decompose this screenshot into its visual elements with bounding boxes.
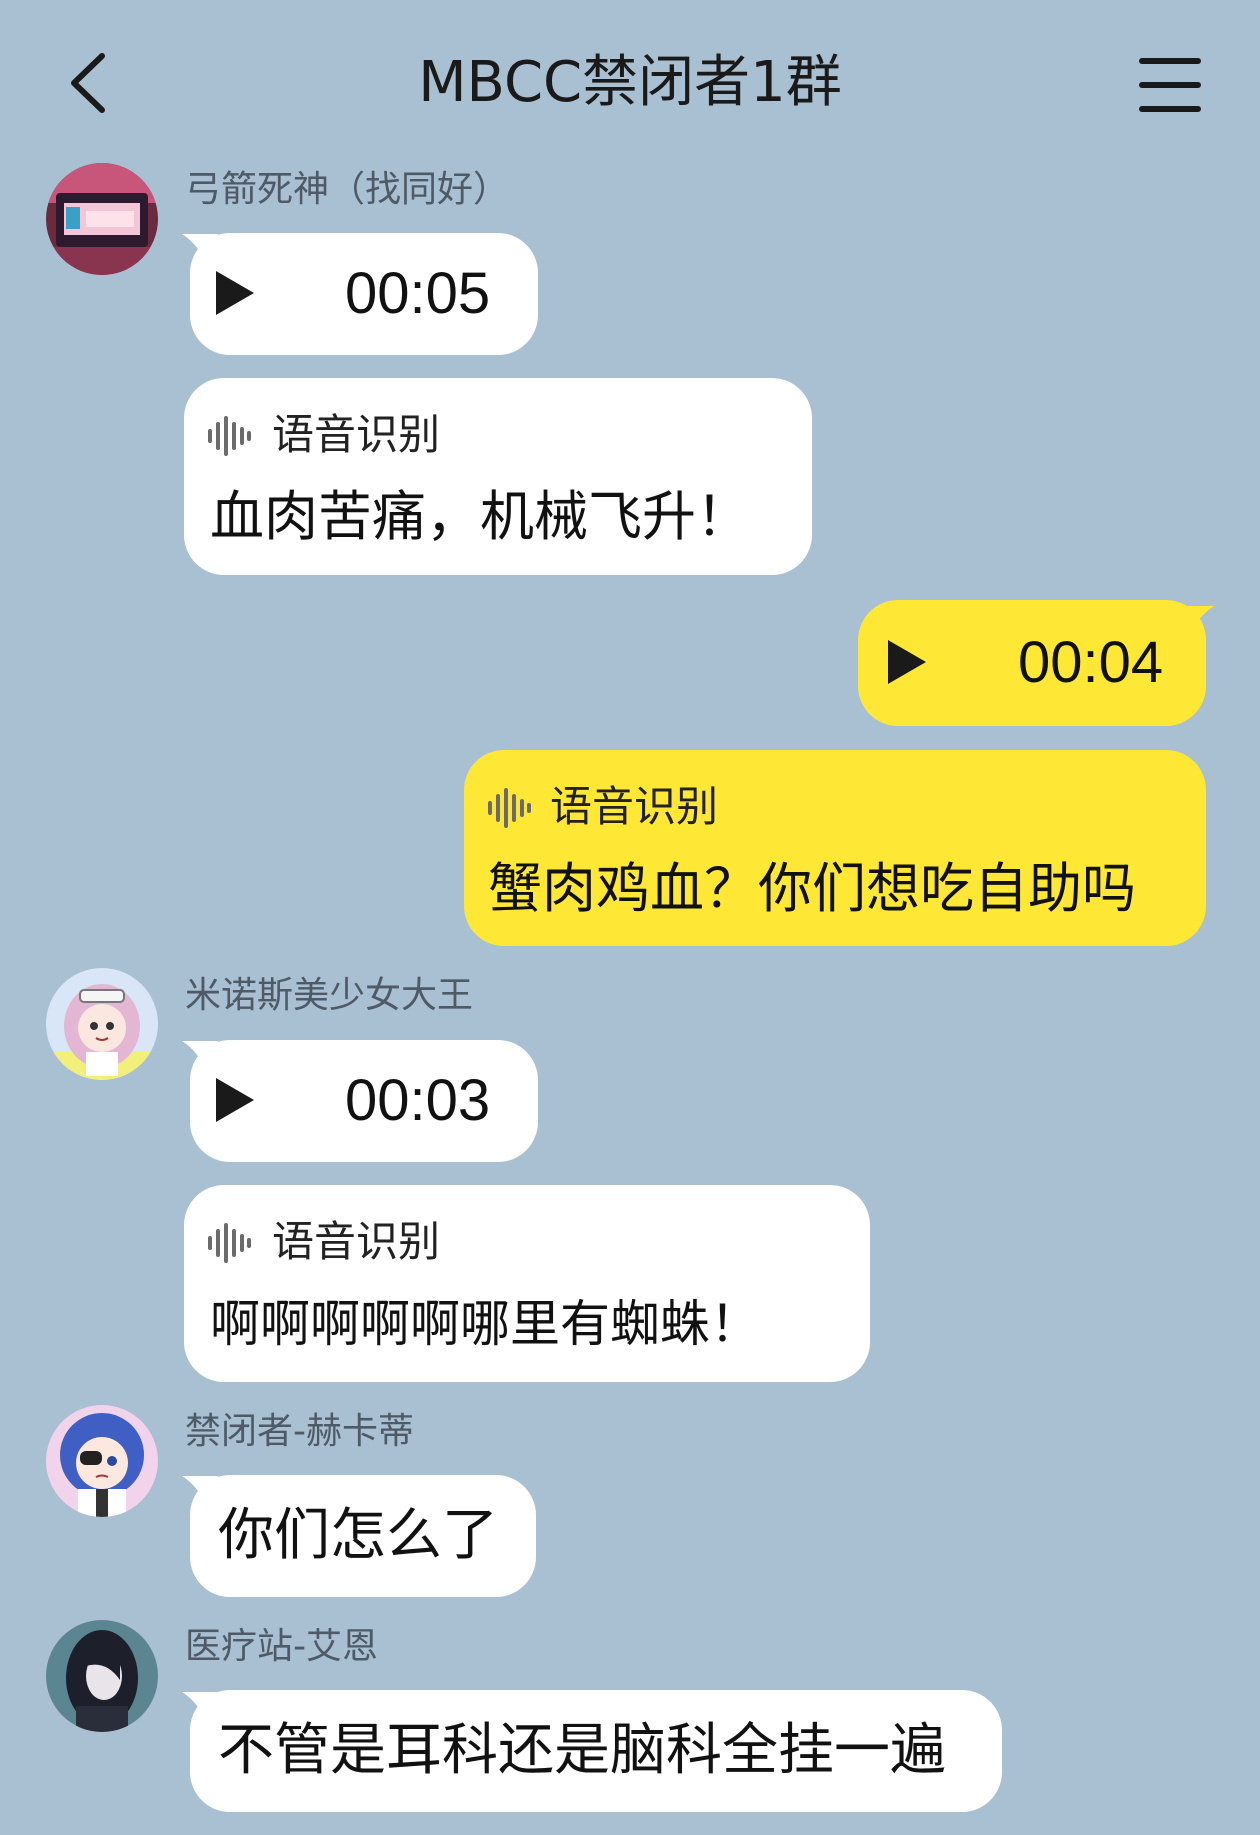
sound-wave-icon <box>208 416 251 456</box>
asr-label: 语音识别 <box>550 782 719 831</box>
chat-title: MBCC禁闭者1群 <box>418 50 842 115</box>
sender-name: 米诺斯美少女大王 <box>185 975 474 1016</box>
avatar[interactable] <box>46 1620 158 1732</box>
sound-wave-icon <box>488 788 531 828</box>
asr-bubble: 语音识别 啊啊啊啊啊哪里有蜘蛛！ <box>184 1185 870 1382</box>
text-message: 不管是耳科还是脑科全挂一遍 <box>190 1690 1002 1812</box>
sender-name: 医疗站-艾恩 <box>185 1626 378 1667</box>
asr-label: 语音识别 <box>272 410 441 459</box>
message-text: 你们怎么了 <box>218 1503 498 1568</box>
voice-message-outgoing[interactable]: 00:04 <box>858 600 1206 726</box>
sender-name: 弓箭死神（找同好） <box>185 169 510 210</box>
avatar[interactable] <box>46 163 158 275</box>
asr-label: 语音识别 <box>272 1217 441 1266</box>
asr-bubble-outgoing: 语音识别 蟹肉鸡血？你们想吃自助吗 <box>464 750 1206 946</box>
avatar[interactable] <box>46 1405 158 1517</box>
asr-text: 啊啊啊啊啊哪里有蜘蛛！ <box>210 1295 760 1353</box>
play-icon <box>216 1078 254 1122</box>
voice-duration: 00:05 <box>345 261 491 326</box>
sender-name: 禁闭者-赫卡蒂 <box>185 1411 414 1452</box>
menu-button[interactable] <box>1130 55 1210 115</box>
asr-text: 蟹肉鸡血？你们想吃自助吗 <box>488 857 1136 920</box>
asr-bubble: 语音识别 血肉苦痛，机械飞升！ <box>184 378 812 575</box>
play-icon <box>216 271 254 315</box>
voice-message[interactable]: 00:05 <box>190 233 538 355</box>
message-text: 不管是耳科还是脑科全挂一遍 <box>218 1718 946 1783</box>
voice-message[interactable]: 00:03 <box>190 1040 538 1162</box>
avatar[interactable] <box>46 968 158 1080</box>
text-message: 你们怎么了 <box>190 1475 536 1597</box>
voice-duration: 00:04 <box>1018 630 1164 695</box>
sound-wave-icon <box>208 1223 251 1263</box>
asr-text: 血肉苦痛，机械飞升！ <box>210 485 750 548</box>
play-icon <box>888 640 926 684</box>
voice-duration: 00:03 <box>345 1068 491 1133</box>
hamburger-menu-icon <box>1139 58 1201 112</box>
